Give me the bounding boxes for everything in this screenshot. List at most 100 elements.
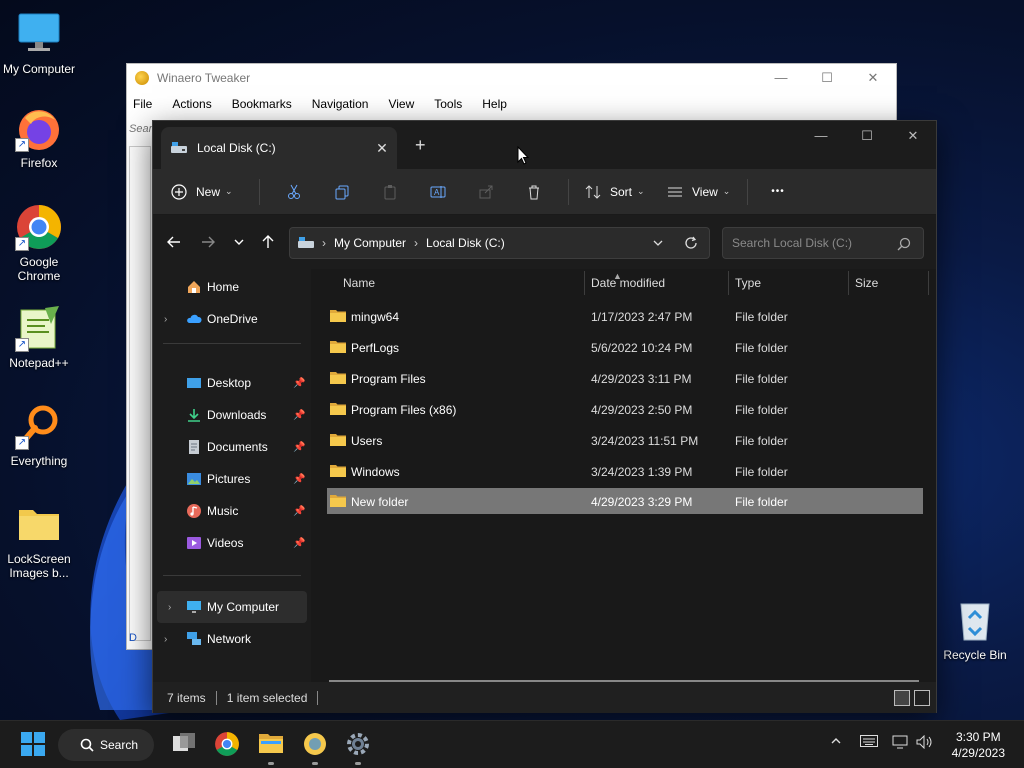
- desktop-icon-chrome[interactable]: ↗ Google Chrome: [0, 203, 78, 283]
- forward-button[interactable]: [199, 233, 217, 251]
- maximize-button[interactable]: ☐: [804, 70, 850, 86]
- cut-button[interactable]: [270, 176, 318, 208]
- pin-icon[interactable]: 📌: [293, 378, 305, 389]
- back-button[interactable]: [165, 233, 183, 251]
- desktop-icon-my-computer[interactable]: My Computer: [0, 10, 78, 76]
- desktop-icon-recycle-bin[interactable]: Recycle Bin: [936, 596, 1014, 662]
- keyboard-icon[interactable]: [860, 735, 878, 750]
- desktop-icon-everything[interactable]: ↗ Everything: [0, 402, 78, 468]
- share-button[interactable]: [462, 176, 510, 208]
- paste-button[interactable]: [366, 176, 414, 208]
- new-button[interactable]: New ⌄: [171, 176, 249, 208]
- taskbar-clock[interactable]: 3:30 PM 4/29/2023: [952, 729, 1005, 761]
- nav-item-home[interactable]: Home: [153, 271, 311, 303]
- more-options-button[interactable]: •••: [758, 176, 798, 208]
- details-view-icon[interactable]: [894, 690, 910, 706]
- column-divider[interactable]: [928, 271, 929, 295]
- address-bar[interactable]: › My Computer › Local Disk (C:): [289, 227, 710, 259]
- breadcrumb-local-disk[interactable]: Local Disk (C:): [426, 236, 505, 250]
- show-hidden-icons-chevron-up-icon[interactable]: [830, 735, 842, 750]
- new-label: New: [196, 184, 221, 199]
- chevron-right-icon[interactable]: ›: [164, 314, 167, 325]
- nav-item-downloads[interactable]: Downloads 📌: [153, 399, 311, 431]
- table-row[interactable]: mingw64 1/17/2023 2:47 PM File folder: [327, 303, 923, 329]
- table-row[interactable]: Program Files 4/29/2023 3:11 PM File fol…: [327, 365, 923, 391]
- column-header-name[interactable]: Name: [343, 269, 375, 297]
- taskbar-settings[interactable]: [345, 731, 371, 759]
- tab-local-disk[interactable]: Local Disk (C:) ✕: [161, 127, 397, 169]
- rename-button[interactable]: A: [414, 176, 462, 208]
- folder-icon: [330, 494, 346, 507]
- status-bar: 7 items 1 item selected: [153, 682, 936, 713]
- menu-navigation[interactable]: Navigation: [312, 97, 369, 111]
- winaero-bottom-link[interactable]: D: [129, 632, 137, 644]
- menu-actions[interactable]: Actions: [172, 97, 211, 111]
- network-status-icon[interactable]: [892, 735, 910, 752]
- nav-item-onedrive[interactable]: › OneDrive: [153, 303, 311, 335]
- nav-item-music[interactable]: Music 📌: [153, 495, 311, 527]
- maximize-button[interactable]: ☐: [844, 121, 890, 151]
- pin-icon[interactable]: 📌: [293, 474, 305, 485]
- close-tab-icon[interactable]: ✕: [367, 140, 397, 157]
- pin-icon[interactable]: 📌: [293, 538, 305, 549]
- nav-item-documents[interactable]: Documents 📌: [153, 431, 311, 463]
- pin-icon[interactable]: 📌: [293, 410, 305, 421]
- pin-icon[interactable]: 📌: [293, 506, 305, 517]
- start-button[interactable]: [20, 731, 46, 759]
- close-button[interactable]: ✕: [890, 121, 936, 151]
- volume-icon[interactable]: [916, 734, 934, 752]
- recent-locations-button[interactable]: [230, 233, 248, 251]
- new-tab-button[interactable]: +: [415, 135, 426, 156]
- tab-bar: Local Disk (C:) ✕ + — ☐ ✕: [153, 121, 936, 169]
- delete-button[interactable]: [510, 176, 558, 208]
- minimize-button[interactable]: —: [758, 70, 804, 86]
- table-row[interactable]: Users 3/24/2023 11:51 PM File folder: [327, 427, 923, 453]
- copy-button[interactable]: [318, 176, 366, 208]
- column-divider[interactable]: [848, 271, 849, 295]
- large-icons-view-icon[interactable]: [914, 690, 930, 706]
- column-divider[interactable]: [728, 271, 729, 295]
- column-header-type[interactable]: Type: [735, 269, 761, 297]
- column-header-date[interactable]: Date modified: [591, 269, 665, 297]
- taskbar-search-button[interactable]: Search: [58, 729, 154, 761]
- file-explorer-window[interactable]: Local Disk (C:) ✕ + — ☐ ✕ New ⌄ A Sort ⌄…: [152, 120, 937, 713]
- taskbar-winaero[interactable]: [302, 731, 328, 759]
- desktop-icon-lockscreen-folder[interactable]: LockScreen Images b...: [0, 500, 78, 580]
- menu-tools[interactable]: Tools: [434, 97, 462, 111]
- menu-view[interactable]: View: [388, 97, 414, 111]
- sort-button[interactable]: Sort ⌄: [579, 176, 657, 208]
- table-row[interactable]: PerfLogs 5/6/2022 10:24 PM File folder: [327, 334, 923, 360]
- address-dropdown-button[interactable]: [651, 236, 665, 253]
- minimize-button[interactable]: —: [798, 121, 844, 151]
- nav-item-desktop[interactable]: Desktop 📌: [153, 367, 311, 399]
- winaero-search-input[interactable]: Sear: [129, 123, 152, 135]
- chevron-right-icon[interactable]: ›: [164, 634, 167, 645]
- table-row[interactable]: Program Files (x86) 4/29/2023 2:50 PM Fi…: [327, 396, 923, 422]
- menu-file[interactable]: File: [133, 97, 152, 111]
- menu-help[interactable]: Help: [482, 97, 507, 111]
- view-button[interactable]: View ⌄: [657, 176, 737, 208]
- search-input[interactable]: Search Local Disk (C:): [722, 227, 924, 259]
- desktop-icon-firefox[interactable]: ↗ Firefox: [0, 104, 78, 170]
- winaero-tree-pane[interactable]: [129, 146, 151, 641]
- up-button[interactable]: [259, 233, 277, 251]
- column-header-size[interactable]: Size: [855, 269, 878, 297]
- taskbar-file-explorer[interactable]: [258, 731, 284, 759]
- winaero-titlebar[interactable]: Winaero Tweaker — ☐ ✕: [127, 64, 896, 92]
- column-divider[interactable]: [584, 271, 585, 295]
- taskbar-chrome[interactable]: [214, 731, 240, 759]
- nav-item-pictures[interactable]: Pictures 📌: [153, 463, 311, 495]
- nav-item-network[interactable]: › Network: [153, 623, 311, 655]
- nav-item-videos[interactable]: Videos 📌: [153, 527, 311, 559]
- desktop-icon-notepadpp[interactable]: ↗ Notepad++: [0, 304, 78, 370]
- table-row-selected[interactable]: New folder 4/29/2023 3:29 PM File folder: [327, 488, 923, 514]
- task-view-button[interactable]: [172, 733, 196, 761]
- table-row[interactable]: Windows 3/24/2023 1:39 PM File folder: [327, 458, 923, 484]
- close-button[interactable]: ✕: [850, 70, 896, 86]
- menu-bookmarks[interactable]: Bookmarks: [232, 97, 292, 111]
- pin-icon[interactable]: 📌: [293, 442, 305, 453]
- refresh-button[interactable]: [683, 235, 699, 254]
- breadcrumb-my-computer[interactable]: My Computer: [334, 236, 406, 250]
- chevron-right-icon[interactable]: ›: [168, 602, 171, 613]
- nav-item-my-computer[interactable]: › My Computer: [157, 591, 307, 623]
